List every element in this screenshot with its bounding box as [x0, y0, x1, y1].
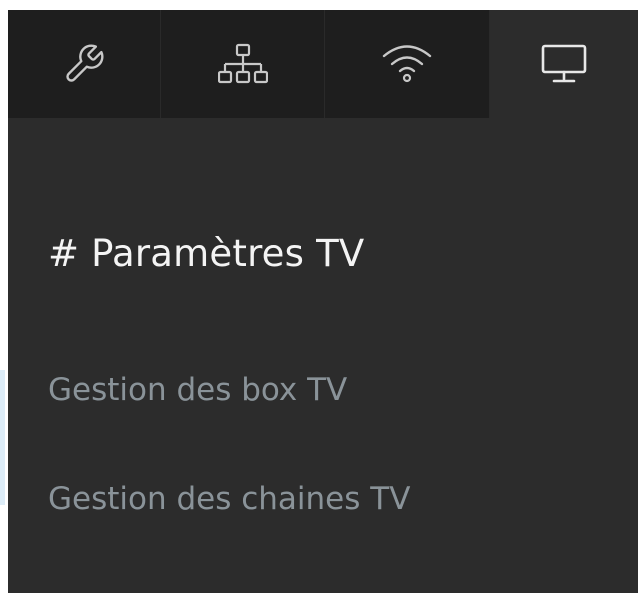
- wifi-icon: [381, 44, 433, 84]
- tab-bar: [8, 10, 638, 118]
- menu-item-box-tv[interactable]: Gestion des box TV: [48, 372, 347, 408]
- wrench-icon: [62, 42, 106, 86]
- tab-tv[interactable]: [490, 10, 638, 118]
- settings-panel: # Paramètres TV Gestion des box TV Gesti…: [8, 10, 638, 593]
- tab-tools[interactable]: [8, 10, 161, 118]
- monitor-icon: [541, 44, 587, 84]
- tab-network[interactable]: [161, 10, 325, 118]
- menu-item-chaines-tv[interactable]: Gestion des chaines TV: [48, 481, 410, 517]
- left-edge-accent: [0, 370, 5, 505]
- page-title: # Paramètres TV: [48, 232, 365, 275]
- tab-wifi[interactable]: [325, 10, 490, 118]
- network-icon: [217, 43, 268, 85]
